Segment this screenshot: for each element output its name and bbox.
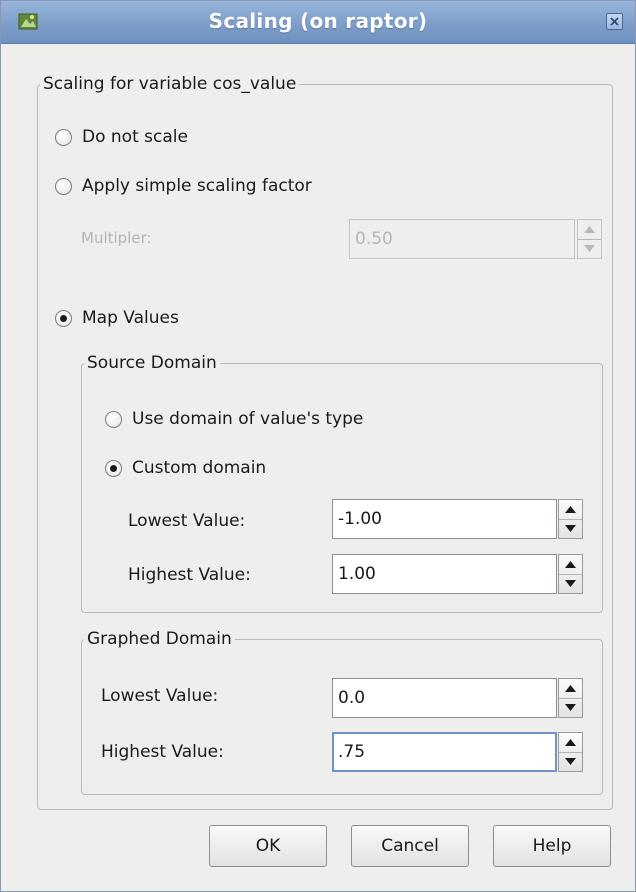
graphed-highest-input[interactable]: .75 <box>332 732 557 772</box>
increment-button[interactable] <box>578 220 601 240</box>
radio-do-not-scale-label: Do not scale <box>82 127 188 147</box>
graphed-highest-label: Highest Value: <box>101 742 224 762</box>
radio-do-not-scale[interactable]: Do not scale <box>55 127 188 147</box>
graphed-lowest-input[interactable]: 0.0 <box>332 678 557 718</box>
cancel-button[interactable]: Cancel <box>351 825 469 867</box>
source-highest-spinner[interactable]: 1.00 <box>332 554 585 594</box>
radio-indicator[interactable] <box>55 309 72 327</box>
decrement-button[interactable] <box>559 698 582 717</box>
radio-indicator[interactable] <box>55 177 72 195</box>
source-highest-input[interactable]: 1.00 <box>332 554 557 594</box>
arrow-down-icon <box>565 580 576 587</box>
arrow-up-icon <box>565 685 576 692</box>
arrow-up-icon <box>565 561 576 568</box>
arrow-down-icon <box>565 525 576 532</box>
close-button[interactable] <box>606 13 623 30</box>
radio-indicator[interactable] <box>105 410 122 428</box>
arrow-up-icon <box>565 739 576 746</box>
source-highest-stepper[interactable] <box>558 554 583 594</box>
ok-button[interactable]: OK <box>209 825 327 867</box>
arrow-up-icon <box>565 506 576 513</box>
multiplier-spinner[interactable]: 0.50 <box>349 219 603 259</box>
arrow-down-icon <box>565 704 576 711</box>
graphed-highest-stepper[interactable] <box>558 732 583 772</box>
radio-map-values[interactable]: Map Values <box>55 308 179 328</box>
increment-button[interactable] <box>559 555 582 575</box>
radio-indicator[interactable] <box>55 128 72 146</box>
radio-custom-domain-label: Custom domain <box>132 458 267 478</box>
graphed-lowest-label: Lowest Value: <box>101 686 219 706</box>
graphed-highest-spinner[interactable]: .75 <box>332 732 585 772</box>
increment-button[interactable] <box>559 500 582 520</box>
source-lowest-stepper[interactable] <box>558 499 583 539</box>
radio-use-type-domain[interactable]: Use domain of value's type <box>105 409 363 429</box>
source-lowest-spinner[interactable]: -1.00 <box>332 499 585 539</box>
graphed-lowest-spinner[interactable]: 0.0 <box>332 678 585 718</box>
increment-button[interactable] <box>559 733 582 753</box>
source-highest-label: Highest Value: <box>128 565 251 585</box>
graphed-domain-title: Graphed Domain <box>87 629 232 649</box>
radio-use-type-domain-label: Use domain of value's type <box>132 409 364 429</box>
scaling-dialog: Scaling (on raptor) Scaling for variable… <box>0 0 636 892</box>
radio-indicator[interactable] <box>105 459 122 477</box>
multiplier-label: Multipler: <box>81 229 152 247</box>
source-domain-title: Source Domain <box>87 353 217 373</box>
decrement-button[interactable] <box>559 574 582 593</box>
decrement-button[interactable] <box>559 752 582 771</box>
radio-apply-scaling-factor-label: Apply simple scaling factor <box>82 176 312 196</box>
source-lowest-label: Lowest Value: <box>128 511 246 531</box>
arrow-down-icon <box>565 758 576 765</box>
multiplier-stepper[interactable] <box>577 219 602 259</box>
radio-apply-scaling-factor[interactable]: Apply simple scaling factor <box>55 176 312 196</box>
decrement-button[interactable] <box>559 519 582 538</box>
scaling-group-title: Scaling for variable cos_value <box>43 74 297 94</box>
arrow-down-icon <box>584 245 595 252</box>
graphed-lowest-stepper[interactable] <box>558 678 583 718</box>
increment-button[interactable] <box>559 679 582 699</box>
help-button[interactable]: Help <box>493 825 611 867</box>
arrow-up-icon <box>584 226 595 233</box>
radio-custom-domain[interactable]: Custom domain <box>105 458 266 478</box>
decrement-button[interactable] <box>578 239 601 258</box>
source-lowest-input[interactable]: -1.00 <box>332 499 557 539</box>
title-bar[interactable]: Scaling (on raptor) <box>1 1 635 44</box>
window-title: Scaling (on raptor) <box>208 9 428 33</box>
radio-map-values-label: Map Values <box>82 308 179 328</box>
multiplier-input[interactable]: 0.50 <box>349 219 575 259</box>
close-icon <box>610 17 619 26</box>
